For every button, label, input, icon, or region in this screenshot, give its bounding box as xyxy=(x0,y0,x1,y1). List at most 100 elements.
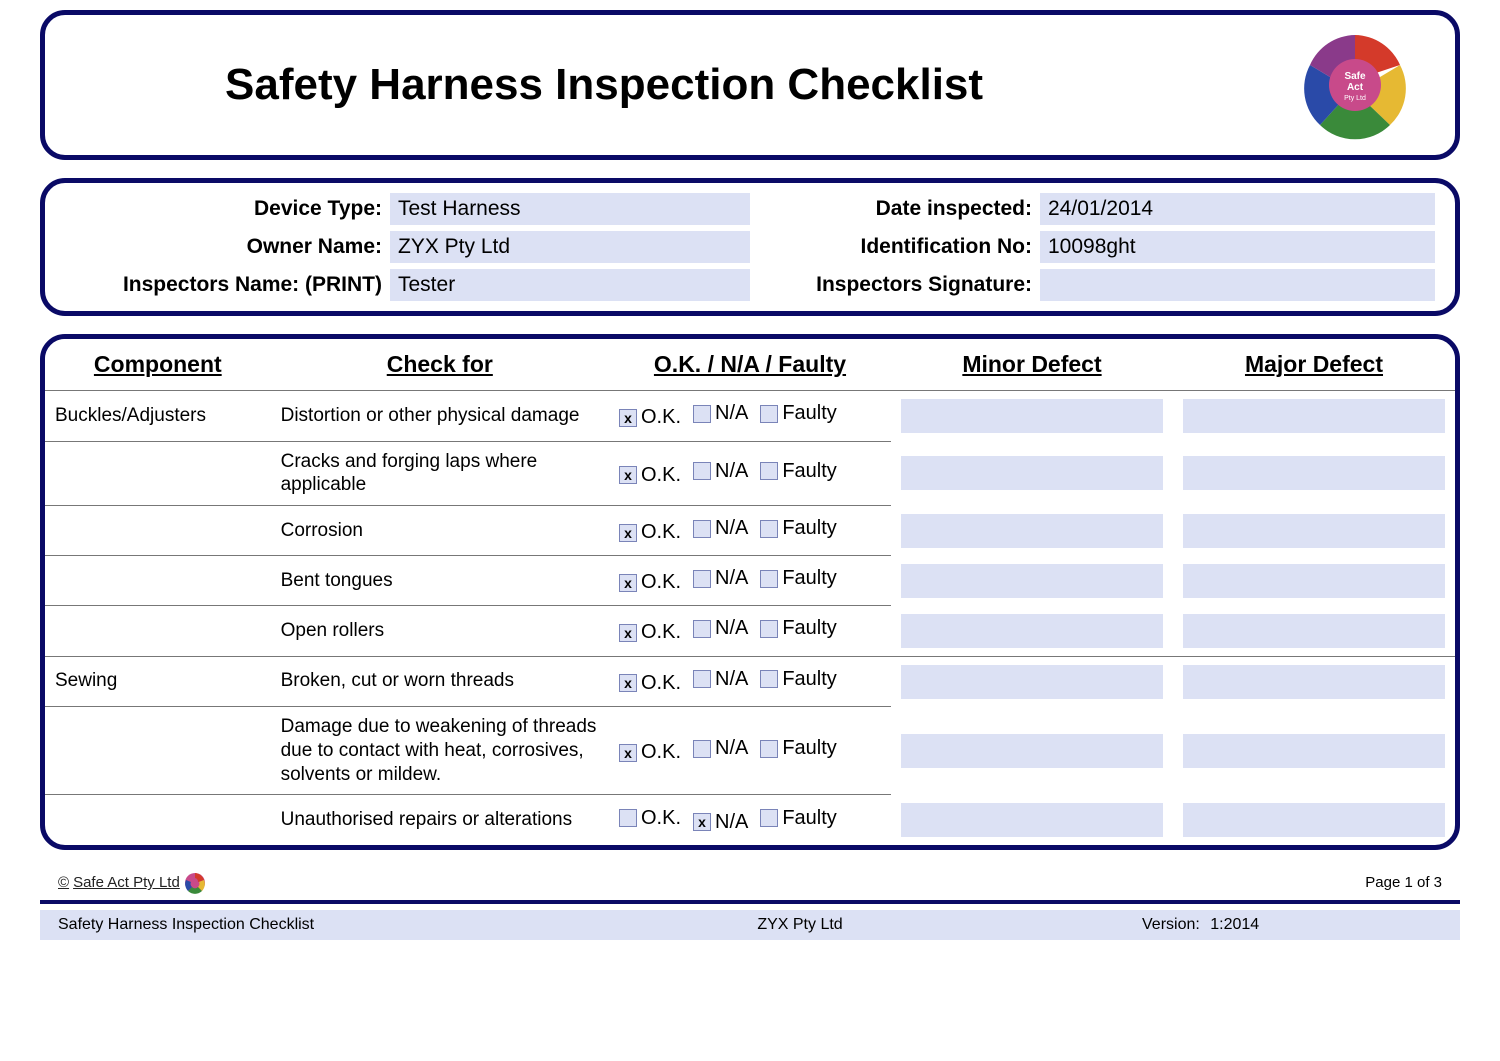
minor-defect-cell xyxy=(891,795,1173,845)
ok-checkbox-label: O.K. xyxy=(641,621,681,644)
major-defect-input[interactable] xyxy=(1183,734,1445,768)
faulty-checkbox[interactable] xyxy=(760,570,778,588)
faulty-checkbox[interactable] xyxy=(760,620,778,638)
minor-defect-input[interactable] xyxy=(901,514,1163,548)
copyright: © Safe Act Pty Ltd xyxy=(58,872,206,894)
status-cell: xO.K.N/AFaulty xyxy=(609,391,891,442)
na-checkbox-label: N/A xyxy=(715,402,748,425)
na-checkbox[interactable] xyxy=(693,740,711,758)
na-checkbox-option: N/A xyxy=(693,402,748,425)
faulty-checkbox[interactable] xyxy=(760,520,778,538)
date-inspected-value[interactable]: 24/01/2014 xyxy=(1040,193,1435,225)
ok-checkbox[interactable]: x xyxy=(619,409,637,427)
table-row: Damage due to weakening of threads due t… xyxy=(45,707,1455,795)
table-row: SewingBroken, cut or worn threadsxO.K.N/… xyxy=(45,656,1455,707)
major-defect-input[interactable] xyxy=(1183,456,1445,490)
check-for-cell: Cracks and forging laps where applicable xyxy=(271,441,609,506)
major-defect-input[interactable] xyxy=(1183,399,1445,433)
inspectors-signature-value[interactable] xyxy=(1040,269,1435,301)
footer-copyright-row: © Safe Act Pty Ltd Page 1 of 3 xyxy=(40,868,1460,904)
ok-checkbox-label: O.K. xyxy=(641,464,681,487)
table-row: Bent tonguesxO.K.N/AFaulty xyxy=(45,556,1455,606)
major-defect-cell xyxy=(1173,795,1455,845)
faulty-checkbox[interactable] xyxy=(760,670,778,688)
ok-checkbox[interactable] xyxy=(619,809,637,827)
col-check-for: Check for xyxy=(271,339,609,391)
col-minor-defect: Minor Defect xyxy=(891,339,1173,391)
major-defect-cell xyxy=(1173,556,1455,606)
faulty-checkbox[interactable] xyxy=(760,740,778,758)
faulty-checkbox-label: Faulty xyxy=(782,807,836,830)
major-defect-cell xyxy=(1173,707,1455,795)
table-row: Cracks and forging laps where applicable… xyxy=(45,441,1455,506)
minor-defect-input[interactable] xyxy=(901,803,1163,837)
na-checkbox-option: xN/A xyxy=(693,811,748,834)
na-checkbox-option: N/A xyxy=(693,567,748,590)
na-checkbox[interactable] xyxy=(693,670,711,688)
minor-defect-cell xyxy=(891,656,1173,707)
footer-center: ZYX Pty Ltd xyxy=(458,916,1142,934)
ok-checkbox[interactable]: x xyxy=(619,524,637,542)
faulty-checkbox-option: Faulty xyxy=(760,567,836,590)
minor-defect-input[interactable] xyxy=(901,614,1163,648)
na-checkbox[interactable] xyxy=(693,620,711,638)
inspectors-name-value[interactable]: Tester xyxy=(390,269,750,301)
faulty-checkbox[interactable] xyxy=(760,809,778,827)
ok-checkbox-label: O.K. xyxy=(641,672,681,695)
ok-checkbox[interactable]: x xyxy=(619,744,637,762)
device-type-value[interactable]: Test Harness xyxy=(390,193,750,225)
footer-version-value: 1:2014 xyxy=(1210,916,1259,933)
na-checkbox[interactable] xyxy=(693,570,711,588)
ok-checkbox-label: O.K. xyxy=(641,571,681,594)
na-checkbox-option: N/A xyxy=(693,617,748,640)
major-defect-input[interactable] xyxy=(1183,564,1445,598)
ok-checkbox[interactable]: x xyxy=(619,624,637,642)
na-checkbox[interactable] xyxy=(693,520,711,538)
minor-defect-input[interactable] xyxy=(901,456,1163,490)
check-for-cell: Unauthorised repairs or alterations xyxy=(271,795,609,845)
major-defect-input[interactable] xyxy=(1183,803,1445,837)
ok-checkbox[interactable]: x xyxy=(619,674,637,692)
ok-checkbox-option: xO.K. xyxy=(619,571,681,594)
major-defect-input[interactable] xyxy=(1183,665,1445,699)
ok-checkbox-option: xO.K. xyxy=(619,464,681,487)
faulty-checkbox-label: Faulty xyxy=(782,460,836,483)
status-cell: xO.K.N/AFaulty xyxy=(609,707,891,795)
major-defect-input[interactable] xyxy=(1183,514,1445,548)
faulty-checkbox[interactable] xyxy=(760,405,778,423)
minor-defect-input[interactable] xyxy=(901,399,1163,433)
na-checkbox[interactable]: x xyxy=(693,813,711,831)
identification-no-label: Identification No: xyxy=(750,235,1040,259)
major-defect-input[interactable] xyxy=(1183,614,1445,648)
owner-name-value[interactable]: ZYX Pty Ltd xyxy=(390,231,750,263)
identification-no-value[interactable]: 10098ght xyxy=(1040,231,1435,263)
svg-text:Pty Ltd: Pty Ltd xyxy=(1344,95,1366,102)
faulty-checkbox-label: Faulty xyxy=(782,737,836,760)
page-title: Safety Harness Inspection Checklist xyxy=(225,60,983,110)
check-for-cell: Distortion or other physical damage xyxy=(271,391,609,442)
na-checkbox-option: N/A xyxy=(693,517,748,540)
copyright-symbol: © xyxy=(58,874,69,891)
check-for-cell: Corrosion xyxy=(271,506,609,556)
component-cell xyxy=(45,606,271,657)
minor-defect-input[interactable] xyxy=(901,734,1163,768)
status-cell: xO.K.N/AFaulty xyxy=(609,656,891,707)
status-cell: xO.K.N/AFaulty xyxy=(609,506,891,556)
faulty-checkbox[interactable] xyxy=(760,462,778,480)
minor-defect-input[interactable] xyxy=(901,564,1163,598)
na-checkbox[interactable] xyxy=(693,405,711,423)
ok-checkbox-label: O.K. xyxy=(641,807,681,830)
status-cell: xO.K.N/AFaulty xyxy=(609,606,891,657)
na-checkbox-label: N/A xyxy=(715,517,748,540)
faulty-checkbox-option: Faulty xyxy=(760,517,836,540)
ok-checkbox[interactable]: x xyxy=(619,574,637,592)
na-checkbox-label: N/A xyxy=(715,460,748,483)
na-checkbox[interactable] xyxy=(693,462,711,480)
safe-act-mini-logo xyxy=(184,872,206,894)
component-cell xyxy=(45,506,271,556)
svg-text:Act: Act xyxy=(1347,82,1364,93)
check-for-cell: Broken, cut or worn threads xyxy=(271,656,609,707)
minor-defect-cell xyxy=(891,556,1173,606)
ok-checkbox[interactable]: x xyxy=(619,466,637,484)
minor-defect-input[interactable] xyxy=(901,665,1163,699)
